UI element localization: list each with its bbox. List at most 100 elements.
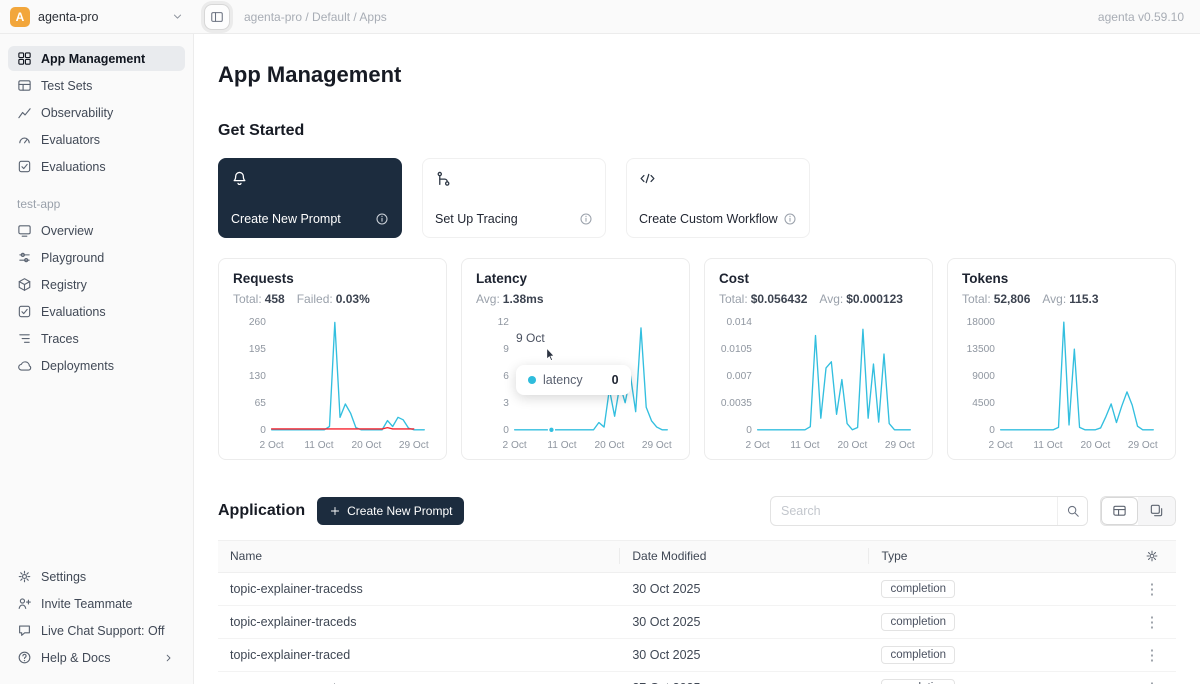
metric-title: Cost	[719, 271, 918, 286]
type-badge: completion	[881, 646, 955, 664]
type-badge: completion	[881, 580, 955, 598]
sidebar-item-help-docs[interactable]: Help & Docs	[8, 645, 185, 670]
column-header-name[interactable]: Name	[218, 548, 620, 564]
row-actions[interactable]: ⋮	[1128, 646, 1176, 664]
sidebar-item-playground[interactable]: Playground	[8, 245, 185, 270]
card-label: Create Custom Workflow	[639, 212, 778, 226]
chevron-down-icon	[171, 10, 184, 23]
gear-icon	[1145, 549, 1159, 563]
info-icon[interactable]	[783, 212, 797, 226]
sidebar-item-traces[interactable]: Traces	[8, 326, 185, 351]
workspace-selector[interactable]: A agenta-pro	[0, 7, 194, 27]
monitor-icon	[17, 223, 32, 238]
svg-text:20 Oct: 20 Oct	[351, 440, 381, 451]
sidebar-item-label: Evaluations	[41, 305, 106, 319]
search-input[interactable]	[771, 504, 1057, 518]
create-custom-workflow-card[interactable]: Create Custom Workflow	[626, 158, 810, 238]
metric-stats: Avg:1.38ms	[476, 292, 675, 306]
get-started-heading: Get Started	[218, 122, 1176, 140]
bell-icon	[231, 170, 248, 187]
stat: Avg:115.3	[1042, 292, 1098, 306]
sidebar-item-label: Deployments	[41, 359, 114, 373]
sidebar-item-label: Test Sets	[41, 79, 92, 93]
svg-text:195: 195	[249, 344, 266, 355]
kebab-menu-icon[interactable]: ⋮	[1145, 613, 1160, 631]
app-name[interactable]: topic-explainer-tracedss	[218, 582, 620, 596]
sidebar-item-evaluators[interactable]: Evaluators	[8, 127, 185, 152]
top-bar: A agenta-pro agenta-pro / Default / Apps…	[0, 0, 1200, 34]
sidebar-item-label: Playground	[41, 251, 104, 265]
table-row[interactable]: topic-explainer-traceds 30 Oct 2025 comp…	[218, 606, 1176, 639]
sidebar-item-test-sets[interactable]: Test Sets	[8, 73, 185, 98]
set-up-tracing-card[interactable]: Set Up Tracing	[422, 158, 606, 238]
kebab-menu-icon[interactable]: ⋮	[1145, 679, 1160, 684]
sidebar-item-overview[interactable]: Overview	[8, 218, 185, 243]
cost-chart[interactable]: 00.00350.0070.01050.0142 Oct11 Oct20 Oct…	[719, 310, 918, 455]
sidebar-item-registry[interactable]: Registry	[8, 272, 185, 297]
application-heading: Application	[218, 502, 305, 520]
stat: Total:52,806	[962, 292, 1030, 306]
table-row[interactable]: topic-explainer-tracedss 30 Oct 2025 com…	[218, 573, 1176, 606]
sidebar-item-label: Registry	[41, 278, 87, 292]
table-view-button[interactable]	[1101, 497, 1138, 525]
svg-text:29 Oct: 29 Oct	[1128, 440, 1158, 451]
metric-stats: Total:458 Failed:0.03%	[233, 292, 432, 306]
sidebar-item-settings[interactable]: Settings	[8, 564, 185, 589]
card-view-icon	[1149, 503, 1164, 518]
sidebar-item-live-chat-support[interactable]: Live Chat Support: Off	[8, 618, 185, 643]
check-square-icon	[17, 159, 32, 174]
breadcrumb[interactable]: agenta-pro / Default / Apps	[244, 10, 387, 24]
svg-text:11 Oct: 11 Oct	[790, 440, 819, 451]
metric-card-cost: Cost Total:$0.056432 Avg:$0.000123 00.00…	[704, 258, 933, 460]
svg-text:2 Oct: 2 Oct	[746, 440, 770, 451]
card-view-button[interactable]	[1138, 497, 1175, 525]
row-actions[interactable]: ⋮	[1128, 679, 1176, 684]
sidebar: App Management Test Sets Observability E…	[0, 34, 194, 684]
table-view-icon	[1112, 503, 1127, 518]
latency-chart[interactable]: 0369122 Oct11 Oct20 Oct29 Oct	[476, 310, 675, 455]
requests-chart[interactable]: 0651301952602 Oct11 Oct20 Oct29 Oct	[233, 310, 432, 455]
app-name[interactable]: topic-explainer-traceds	[218, 615, 620, 629]
app-name[interactable]: topic-explainer-traced	[218, 648, 620, 662]
main-content: App Management Get Started Create New Pr…	[194, 34, 1200, 684]
info-icon[interactable]	[375, 212, 389, 226]
search-box	[770, 496, 1088, 526]
table-row[interactable]: career-assessment 27 Oct 2025 completion…	[218, 672, 1176, 684]
kebab-menu-icon[interactable]: ⋮	[1145, 580, 1160, 598]
sidebar-item-label: Traces	[41, 332, 79, 346]
sidebar-item-app-management[interactable]: App Management	[8, 46, 185, 71]
panel-left-icon	[210, 10, 224, 24]
sidebar-item-observability[interactable]: Observability	[8, 100, 185, 125]
sliders-icon	[17, 250, 32, 265]
stat: Total:458	[233, 292, 285, 306]
svg-text:3: 3	[503, 398, 509, 409]
svg-text:260: 260	[249, 317, 266, 328]
column-header-date-modified[interactable]: Date Modified	[620, 548, 869, 564]
tokens-chart[interactable]: 04500900013500180002 Oct11 Oct20 Oct29 O…	[962, 310, 1161, 455]
kebab-menu-icon[interactable]: ⋮	[1145, 646, 1160, 664]
sidebar-item-invite-teammate[interactable]: Invite Teammate	[8, 591, 185, 616]
sidebar-collapse-button[interactable]	[204, 4, 230, 30]
column-header-type[interactable]: Type	[869, 549, 1128, 563]
sidebar-item-deployments[interactable]: Deployments	[8, 353, 185, 378]
metric-title: Latency	[476, 271, 675, 286]
row-actions[interactable]: ⋮	[1128, 613, 1176, 631]
sidebar-item-app-evaluations[interactable]: Evaluations	[8, 299, 185, 324]
svg-text:9: 9	[503, 344, 509, 355]
date-modified: 30 Oct 2025	[620, 615, 869, 629]
column-settings[interactable]	[1128, 549, 1176, 563]
page-title: App Management	[218, 60, 1176, 90]
svg-text:0: 0	[260, 425, 266, 436]
create-new-prompt-button[interactable]: Create New Prompt	[317, 497, 464, 525]
card-label: Set Up Tracing	[435, 212, 518, 226]
row-actions[interactable]: ⋮	[1128, 580, 1176, 598]
sidebar-item-label: Evaluators	[41, 133, 100, 147]
search-button[interactable]	[1057, 497, 1087, 525]
sidebar-item-evaluations[interactable]: Evaluations	[8, 154, 185, 179]
stat: Total:$0.056432	[719, 292, 807, 306]
create-new-prompt-card[interactable]: Create New Prompt	[218, 158, 402, 238]
info-icon[interactable]	[579, 212, 593, 226]
svg-text:11 Oct: 11 Oct	[547, 440, 576, 451]
table-row[interactable]: topic-explainer-traced 30 Oct 2025 compl…	[218, 639, 1176, 672]
sidebar-item-label: Help & Docs	[41, 651, 110, 665]
